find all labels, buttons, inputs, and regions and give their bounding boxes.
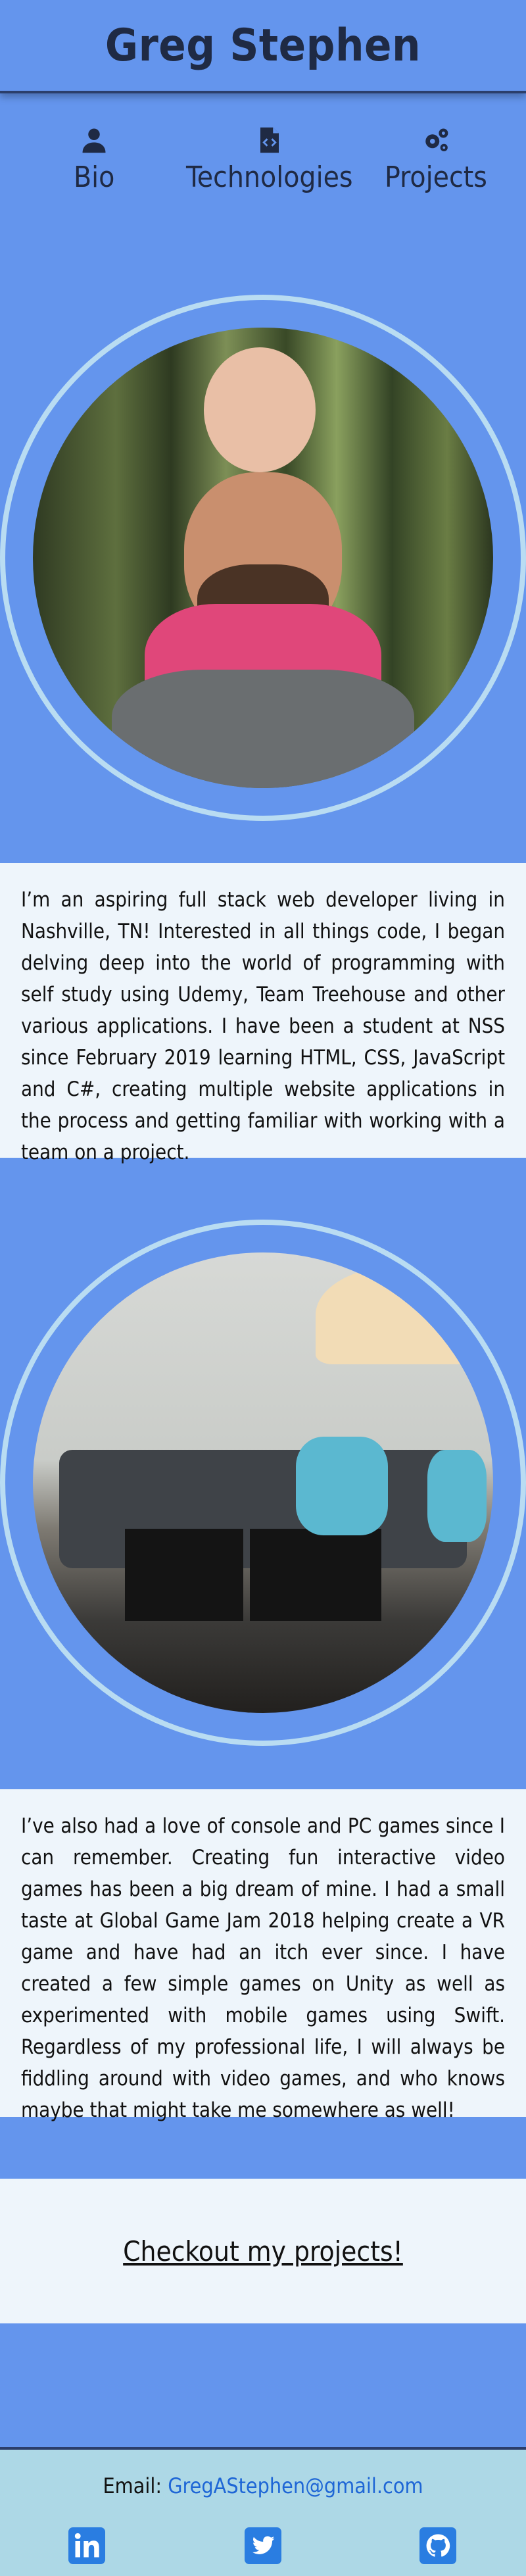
twitter-icon bbox=[245, 2527, 281, 2564]
user-icon bbox=[82, 128, 106, 153]
profile-photo bbox=[33, 328, 493, 788]
linkedin-link[interactable] bbox=[68, 2527, 105, 2564]
nav-bio-label: Bio bbox=[74, 161, 115, 194]
team-photo bbox=[33, 1252, 493, 1713]
projects-cta-panel: Checkout my projects! bbox=[0, 2179, 526, 2323]
site-header: Greg Stephen bbox=[0, 0, 526, 93]
cogs-icon bbox=[425, 128, 448, 151]
games-panel: I’ve also had a love of console and PC g… bbox=[0, 1789, 526, 2122]
nav-technologies[interactable]: Technologies bbox=[186, 126, 353, 194]
twitter-link[interactable] bbox=[245, 2527, 281, 2564]
site-footer: Email: GregAStephen@gmail.com bbox=[0, 2447, 526, 2576]
email-link[interactable]: GregAStephen@gmail.com bbox=[168, 2473, 423, 2498]
team-photo-frame bbox=[0, 1220, 526, 1746]
email-label: Email: bbox=[103, 2473, 168, 2498]
profile-photo-frame bbox=[0, 295, 526, 821]
projects-link[interactable]: Checkout my projects! bbox=[123, 2235, 403, 2267]
main-nav: Bio Technologies Projects bbox=[0, 126, 526, 205]
bio-panel: I’m an aspiring full stack web developer… bbox=[0, 863, 526, 1164]
nav-bio[interactable]: Bio bbox=[74, 126, 114, 194]
github-icon bbox=[419, 2527, 456, 2564]
site-title: Greg Stephen bbox=[105, 19, 421, 72]
github-link[interactable] bbox=[419, 2527, 456, 2564]
email-row: Email: GregAStephen@gmail.com bbox=[0, 2473, 526, 2498]
nav-projects-label: Projects bbox=[385, 161, 487, 194]
nav-technologies-label: Technologies bbox=[186, 161, 353, 194]
bio-paragraph: I’m an aspiring full stack web developer… bbox=[21, 888, 505, 1164]
linkedin-icon bbox=[68, 2527, 105, 2564]
games-paragraph: I’ve also had a love of console and PC g… bbox=[21, 1814, 505, 2122]
code-file-icon bbox=[260, 127, 279, 153]
nav-projects[interactable]: Projects bbox=[385, 126, 487, 194]
